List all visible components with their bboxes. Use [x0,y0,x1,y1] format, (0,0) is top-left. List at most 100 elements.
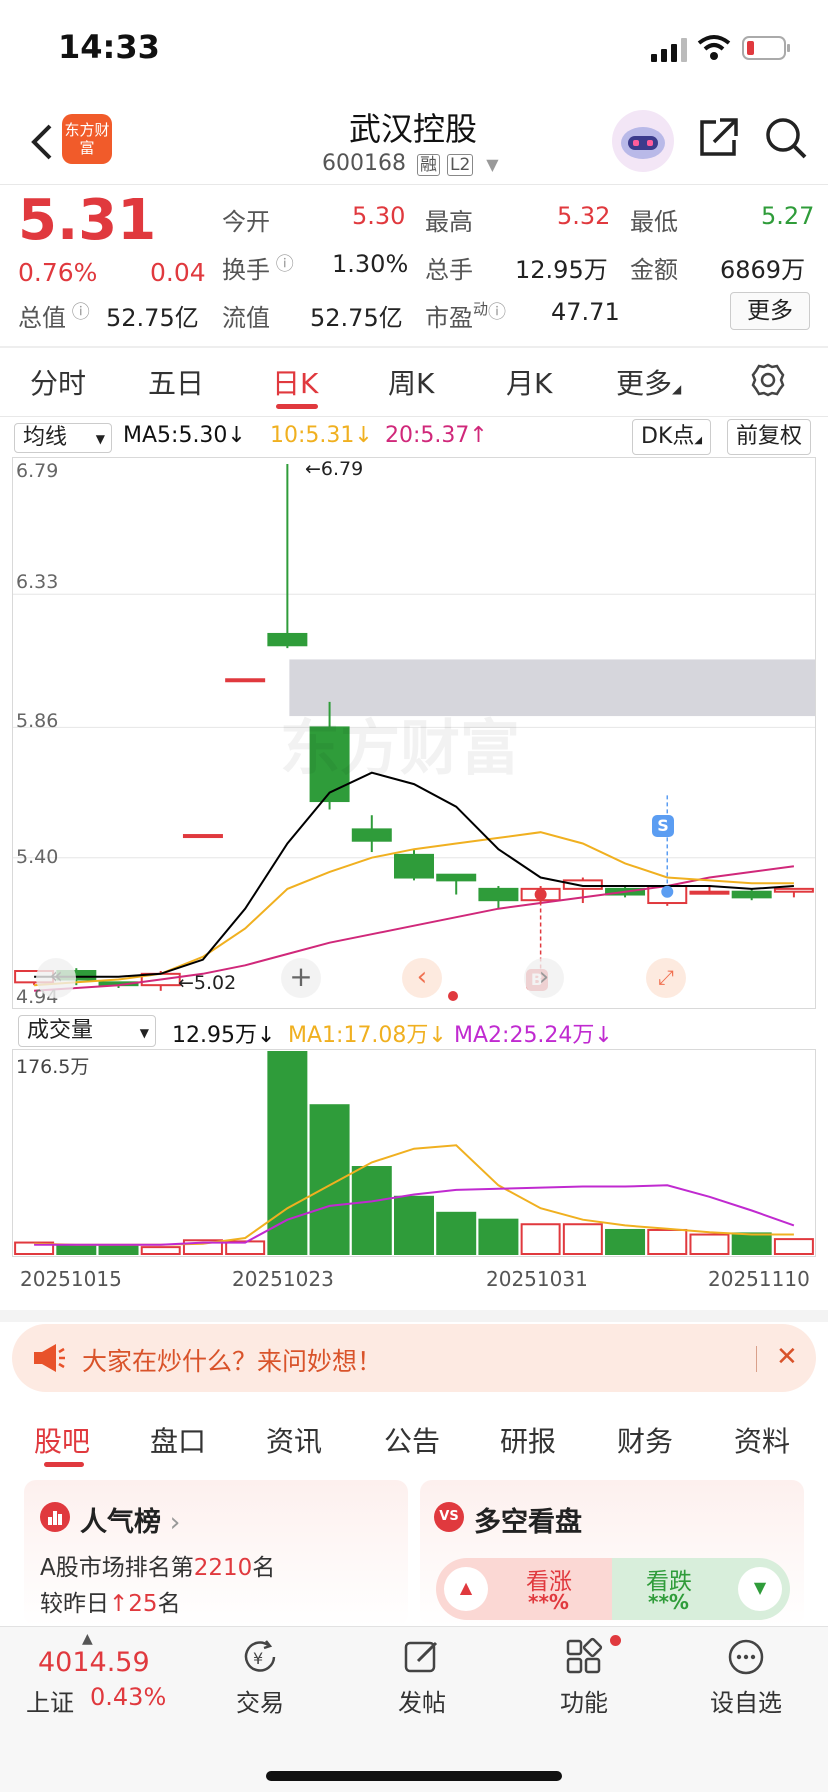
y-label-2: 6.33 [16,571,59,593]
adjust-button[interactable]: 前复权 [727,419,812,455]
tab-zixun[interactable]: 资讯 [266,1420,322,1460]
popularity-card[interactable]: 人气榜 › A股市场排名第2210名 较昨日↑25名 [24,1480,408,1626]
candle-body [182,834,223,839]
rong-badge: 融 [416,154,440,176]
tab-caiwu[interactable]: 财务 [617,1420,673,1460]
up-triangle-icon: ▲ [444,1567,488,1611]
tab-wuri[interactable]: 五日 [148,362,204,402]
bear-button[interactable]: 看跌 **% ▼ [612,1558,790,1620]
candle-body [731,890,772,899]
tab-yanbao[interactable]: 研报 [500,1420,556,1460]
tab-rik[interactable]: 日K [272,362,318,402]
tab-more[interactable]: 更多◢ [616,362,681,402]
index-value[interactable]: 4014.59 [38,1647,150,1678]
tab-gonggao[interactable]: 公告 [384,1420,440,1460]
indicator-select-label: 均线 [23,425,68,450]
share-icon[interactable] [696,116,740,160]
bull-button[interactable]: ▲ 看涨 **% [436,1558,612,1620]
tab-guba[interactable]: 股吧 [34,1420,90,1460]
high-label: 最高 [425,208,473,236]
back-icon[interactable] [26,120,56,164]
tab-more-label: 更多 [616,367,673,400]
open-value: 5.30 [352,202,406,230]
volume-select-label: 成交量 [27,1018,94,1043]
rank-value: 2210 [193,1555,253,1581]
tab-zhouk[interactable]: 周K [388,362,434,402]
more-button[interactable]: 更多 [730,292,810,330]
index-name[interactable]: 上证 [26,1683,74,1718]
tab-yuek[interactable]: 月K [506,362,552,402]
date-label: 20251031 [486,1267,588,1291]
trade-icon[interactable]: ¥ [240,1637,280,1677]
change-value: 25 [128,1591,158,1617]
candle-body [394,853,434,879]
up-arrow-icon: ↑ [109,1591,129,1617]
vs-icon: VS [434,1502,464,1532]
index-pct[interactable]: 0.43% [90,1683,166,1711]
next-icon[interactable]: › [524,958,564,998]
function-icon[interactable] [564,1637,604,1677]
banner-divider [756,1346,757,1372]
tab-ziliao[interactable]: 资料 [734,1420,790,1460]
info-icon[interactable]: ⓘ [488,302,506,323]
prev-icon[interactable]: ‹ [402,958,442,998]
popularity-title-text: 人气榜 [80,1507,161,1538]
sell-marker[interactable]: S [652,815,674,837]
battery-icon [742,36,792,62]
plus-icon[interactable]: + [281,958,321,998]
close-icon[interactable]: ✕ [776,1342,798,1372]
pe-label: 市盈动ⓘ [425,298,506,333]
volume-bar [520,1223,561,1255]
bullbear-card[interactable]: VS 多空看盘 ▲ 看涨 **% 看跌 **% ▼ [420,1480,804,1626]
current-price: 5.31 [18,188,157,253]
tab-fenshi[interactable]: 分时 [30,362,86,402]
expand-icon[interactable]: ⤢ [646,958,686,998]
volume-select[interactable]: 成交量 ▼ [18,1015,156,1047]
min-price-marker: ←5.02 [178,972,237,994]
dropdown-icon[interactable]: ▼ [486,155,498,174]
vol-value: 12.95万↓ [172,1023,276,1048]
more-dots-icon[interactable] [726,1637,766,1677]
tab-pankou[interactable]: 盘口 [150,1420,206,1460]
mktcap-label: 总值 ⓘ [18,298,90,333]
bullbear-title: 多空看盘 [474,1507,582,1538]
sell-marker-dot [661,885,674,898]
open-label: 今开 [222,208,270,236]
home-indicator [266,1771,562,1781]
active-info-tab-indicator [44,1462,84,1467]
pe-sup: 动 [473,300,489,318]
search-icon[interactable] [764,116,808,160]
indicator-select[interactable]: 均线 ▼ [14,423,112,453]
info-icon[interactable]: ⓘ [66,302,90,323]
candle-body [689,890,730,895]
y-label-3: 5.86 [16,710,59,732]
bull-value: **% [528,1590,569,1614]
max-price-marker: ←6.79 [305,458,364,480]
nav-add-watchlist[interactable]: 设自选 [710,1683,782,1718]
nav-post[interactable]: 发帖 [398,1683,446,1718]
candle-body [773,887,814,893]
ask-banner-text: 大家在炒什么？来问妙想！ [82,1347,383,1376]
gear-icon[interactable] [750,362,786,398]
app-logo: 东方财富 [62,114,112,164]
svg-text:¥: ¥ [253,1649,263,1668]
popularity-change: 较昨日↑25名 [40,1584,181,1618]
active-tab-indicator [276,404,318,409]
nav-trade[interactable]: 交易 [236,1683,284,1718]
vol-y-max: 176.5万 [16,1056,90,1078]
nav-function[interactable]: 功能 [560,1683,608,1718]
pe-value: 47.71 [551,298,620,326]
corner-triangle-icon: ◢ [672,382,682,396]
scroll-left-icon[interactable]: « [36,958,76,998]
robot-avatar-icon[interactable] [612,110,674,172]
watermark: 东方财富 [280,714,520,784]
popularity-title: 人气榜 › [80,1500,180,1539]
info-icon[interactable]: ⓘ [270,254,294,275]
ask-banner[interactable]: 大家在炒什么？来问妙想！ ✕ [12,1324,816,1392]
dk-point-button[interactable]: DK点◢ [632,419,712,455]
post-icon[interactable] [402,1637,442,1677]
candle-body [267,632,308,647]
signal-icon [651,38,691,62]
change-prefix: 较昨日 [40,1591,109,1617]
volume-chart[interactable] [12,1049,816,1257]
